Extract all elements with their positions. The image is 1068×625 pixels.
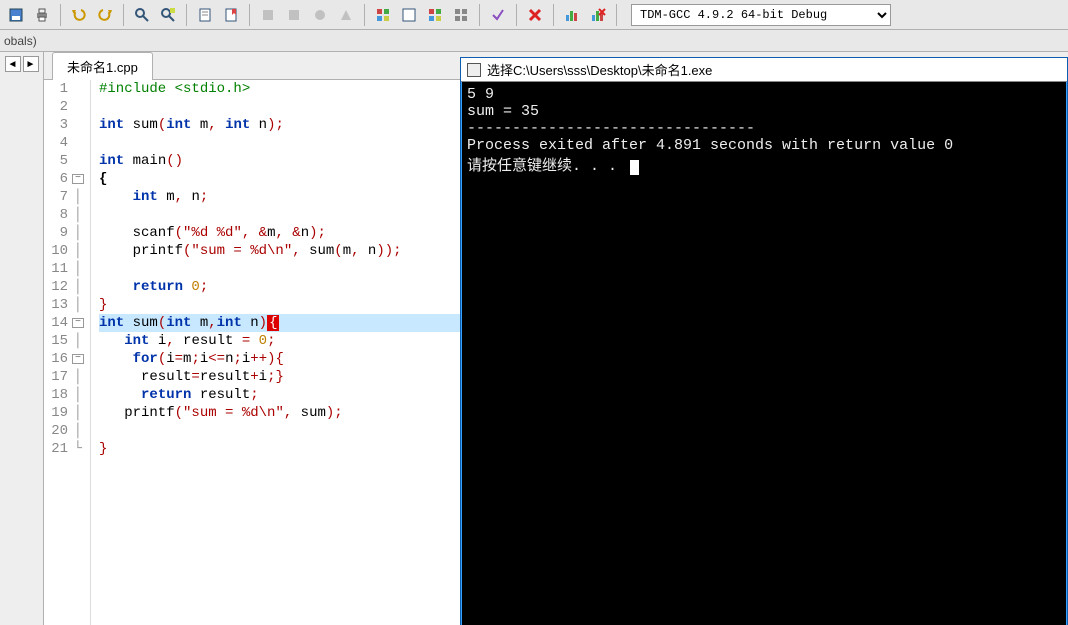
- console-output: 5 9sum = 35-----------------------------…: [461, 82, 1067, 625]
- toolbar: TDM-GCC 4.9.2 64-bit Debug: [0, 0, 1068, 30]
- undo-icon[interactable]: [67, 3, 91, 27]
- console-title-text: 选择C:\Users\sss\Desktop\未命名1.exe: [487, 60, 712, 79]
- run-icon[interactable]: [397, 3, 421, 27]
- save-icon[interactable]: [4, 3, 28, 27]
- nav-prev-icon[interactable]: ◄: [5, 56, 21, 72]
- rebuild-icon[interactable]: [449, 3, 473, 27]
- scope-label: obals): [4, 34, 37, 48]
- profile-icon[interactable]: [560, 3, 584, 27]
- compiler-select[interactable]: TDM-GCC 4.9.2 64-bit Debug: [631, 4, 891, 26]
- scope-bar: obals): [0, 30, 1068, 52]
- bookmark-icon[interactable]: [219, 3, 243, 27]
- debug-icon[interactable]: [334, 3, 358, 27]
- gutter: 1 2 3 4 5 6−7│8│9│10│11│12│13│14−15│16−1…: [44, 80, 91, 625]
- profile-delete-icon[interactable]: [586, 3, 610, 27]
- console-titlebar[interactable]: 选择C:\Users\sss\Desktop\未命名1.exe: [461, 58, 1067, 82]
- goto-prev-icon[interactable]: [256, 3, 280, 27]
- abort-icon[interactable]: [523, 3, 547, 27]
- page-icon[interactable]: [193, 3, 217, 27]
- replace-icon[interactable]: [156, 3, 180, 27]
- console-window[interactable]: 选择C:\Users\sss\Desktop\未命名1.exe 5 9sum =…: [460, 57, 1068, 625]
- print-icon[interactable]: [30, 3, 54, 27]
- fold-toggle-icon[interactable]: −: [72, 354, 84, 364]
- redo-icon[interactable]: [93, 3, 117, 27]
- goto-next-icon[interactable]: [282, 3, 306, 27]
- breakpoint-icon[interactable]: [308, 3, 332, 27]
- file-tab[interactable]: 未命名1.cpp: [52, 52, 153, 80]
- fold-toggle-icon[interactable]: −: [72, 174, 84, 184]
- syntax-check-icon[interactable]: [486, 3, 510, 27]
- fold-toggle-icon[interactable]: −: [72, 318, 84, 328]
- compile-icon[interactable]: [371, 3, 395, 27]
- find-icon[interactable]: [130, 3, 154, 27]
- compile-run-icon[interactable]: [423, 3, 447, 27]
- nav-next-icon[interactable]: ►: [23, 56, 39, 72]
- left-nav: ◄ ►: [0, 52, 44, 625]
- console-app-icon: [467, 63, 481, 77]
